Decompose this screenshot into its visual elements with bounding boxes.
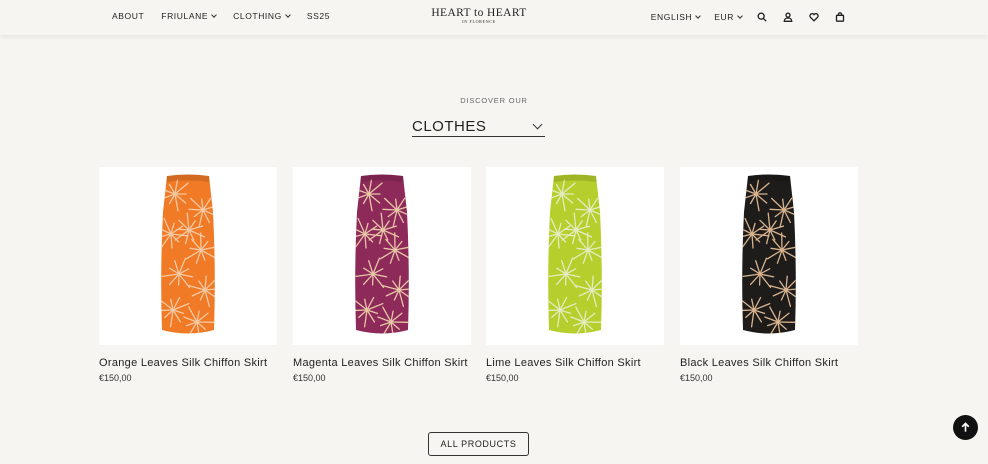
chevron-down-icon <box>211 11 217 18</box>
chevron-down-icon <box>695 12 702 19</box>
product-name[interactable]: Lime Leaves Silk Chiffon Skirt <box>486 356 664 371</box>
nav-about[interactable]: ABOUT <box>112 11 144 21</box>
product-name[interactable]: Black Leaves Silk Chiffon Skirt <box>680 356 858 371</box>
nav-ss25-label: SS25 <box>306 11 331 21</box>
nav-clothing[interactable]: CLOTHING <box>233 11 291 21</box>
product-image[interactable] <box>486 167 664 345</box>
all-products-label: ALL PRODUCTS <box>440 439 517 449</box>
product-price: €150,00 <box>99 372 132 383</box>
language-label: ENGLISH <box>650 12 693 22</box>
chevron-down-icon <box>737 12 743 19</box>
arrow-up-icon <box>961 422 970 432</box>
product-name[interactable]: Orange Leaves Silk Chiffon Skirt <box>99 356 277 371</box>
product-card[interactable]: Lime Leaves Silk Chiffon Skirt €150,00 <box>486 167 664 383</box>
chevron-down-icon <box>532 119 543 130</box>
product-card[interactable]: Black Leaves Silk Chiffon Skirt €150,00 <box>680 167 858 383</box>
search-icon[interactable] <box>756 11 768 23</box>
nav-about-label: ABOUT <box>112 11 145 21</box>
cart-icon[interactable] <box>834 11 846 23</box>
product-price: €150,00 <box>680 372 713 383</box>
all-products-button[interactable]: ALL PRODUCTS <box>428 432 529 456</box>
product-image[interactable] <box>99 167 277 345</box>
logo-sub-text: IN FLORENCE <box>462 19 496 24</box>
category-dropdown-label: CLOTHES <box>412 118 487 135</box>
chevron-down-icon <box>285 11 291 18</box>
product-name[interactable]: Magenta Leaves Silk Chiffon Skirt <box>293 356 471 371</box>
scroll-to-top-button[interactable] <box>953 415 978 440</box>
site-header: ABOUT FRIULANE CLOTHING SS25 HEART to HE… <box>0 0 988 35</box>
logo-main-text: HEART to HEART <box>431 7 527 19</box>
skirt-image <box>355 174 409 334</box>
product-price: €150,00 <box>293 372 326 383</box>
discover-eyebrow: DISCOVER OUR <box>460 96 528 105</box>
site-logo[interactable]: HEART to HEART IN FLORENCE <box>428 7 530 24</box>
nav-friulane-label: FRIULANE <box>161 11 209 21</box>
main-nav: ABOUT FRIULANE CLOTHING SS25 <box>112 11 330 21</box>
product-image[interactable] <box>680 167 858 345</box>
category-dropdown[interactable]: CLOTHES <box>412 117 545 137</box>
skirt-image <box>742 174 796 334</box>
product-price: €150,00 <box>486 372 519 383</box>
product-image[interactable] <box>293 167 471 345</box>
nav-friulane[interactable]: FRIULANE <box>161 11 217 21</box>
product-card[interactable]: Orange Leaves Silk Chiffon Skirt €150,00 <box>99 167 277 383</box>
currency-selector[interactable]: EUR <box>714 12 743 22</box>
nav-clothing-label: CLOTHING <box>233 11 282 21</box>
language-selector[interactable]: ENGLISH <box>650 12 702 22</box>
utility-nav: ENGLISH EUR <box>651 11 846 23</box>
currency-label: EUR <box>714 12 734 22</box>
skirt-image <box>161 174 215 334</box>
nav-ss25[interactable]: SS25 <box>307 11 330 21</box>
wishlist-icon[interactable] <box>808 11 820 23</box>
product-card[interactable]: Magenta Leaves Silk Chiffon Skirt €150,0… <box>293 167 471 383</box>
skirt-image <box>548 174 602 334</box>
account-icon[interactable] <box>782 11 794 23</box>
